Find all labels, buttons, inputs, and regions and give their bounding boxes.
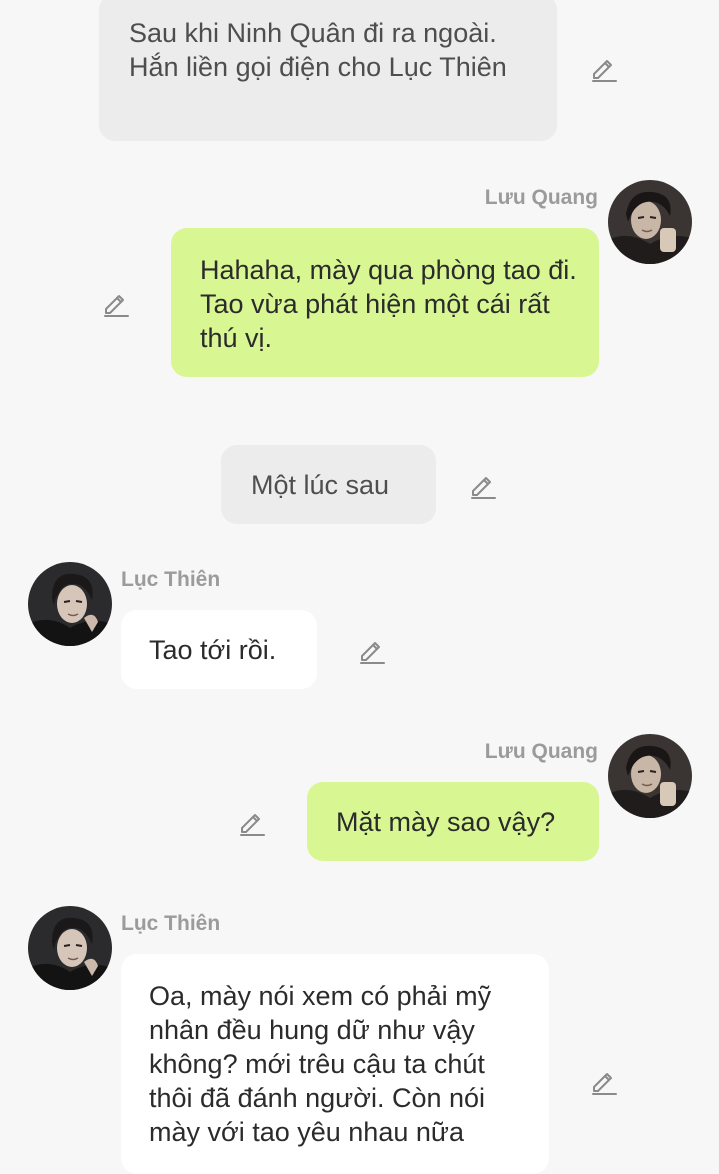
message-text: Hahaha, mày qua phòng tao đi. Tao vừa ph… xyxy=(200,255,577,353)
pencil-edit-icon[interactable] xyxy=(101,288,131,318)
narration-text: Sau khi Ninh Quân đi ra ngoài. Hắn liền … xyxy=(129,18,507,82)
narration-text: Một lúc sau xyxy=(251,470,390,500)
avatar-luu-quang[interactable] xyxy=(608,180,692,264)
outgoing-message-bubble: Hahaha, mày qua phòng tao đi. Tao vừa ph… xyxy=(171,228,599,377)
avatar-luc-thien[interactable] xyxy=(28,562,112,646)
outgoing-message-bubble: Mặt mày sao vậy? xyxy=(307,782,599,861)
pencil-edit-icon[interactable] xyxy=(589,53,619,83)
avatar-luu-quang[interactable] xyxy=(608,734,692,818)
message-text: Mặt mày sao vậy? xyxy=(336,807,556,837)
avatar-luc-thien[interactable] xyxy=(28,906,112,990)
sender-name: Lục Thiên xyxy=(121,568,221,591)
message-text: Oa, mày nói xem có phải mỹ nhân đều hung… xyxy=(149,981,492,1147)
message-text: Tao tới rồi. xyxy=(149,635,277,665)
sender-name: Lưu Quang xyxy=(484,740,598,763)
incoming-message-bubble: Tao tới rồi. xyxy=(121,610,317,689)
pencil-edit-icon[interactable] xyxy=(468,470,498,500)
pencil-edit-icon[interactable] xyxy=(357,635,387,665)
sender-name: Lục Thiên xyxy=(121,912,221,935)
sender-name: Lưu Quang xyxy=(484,186,598,209)
incoming-message-bubble: Oa, mày nói xem có phải mỹ nhân đều hung… xyxy=(121,954,549,1174)
pencil-edit-icon[interactable] xyxy=(589,1066,619,1096)
narration-bubble: Sau khi Ninh Quân đi ra ngoài. Hắn liền … xyxy=(99,0,557,141)
narration-bubble: Một lúc sau xyxy=(221,445,436,524)
pencil-edit-icon[interactable] xyxy=(237,807,267,837)
